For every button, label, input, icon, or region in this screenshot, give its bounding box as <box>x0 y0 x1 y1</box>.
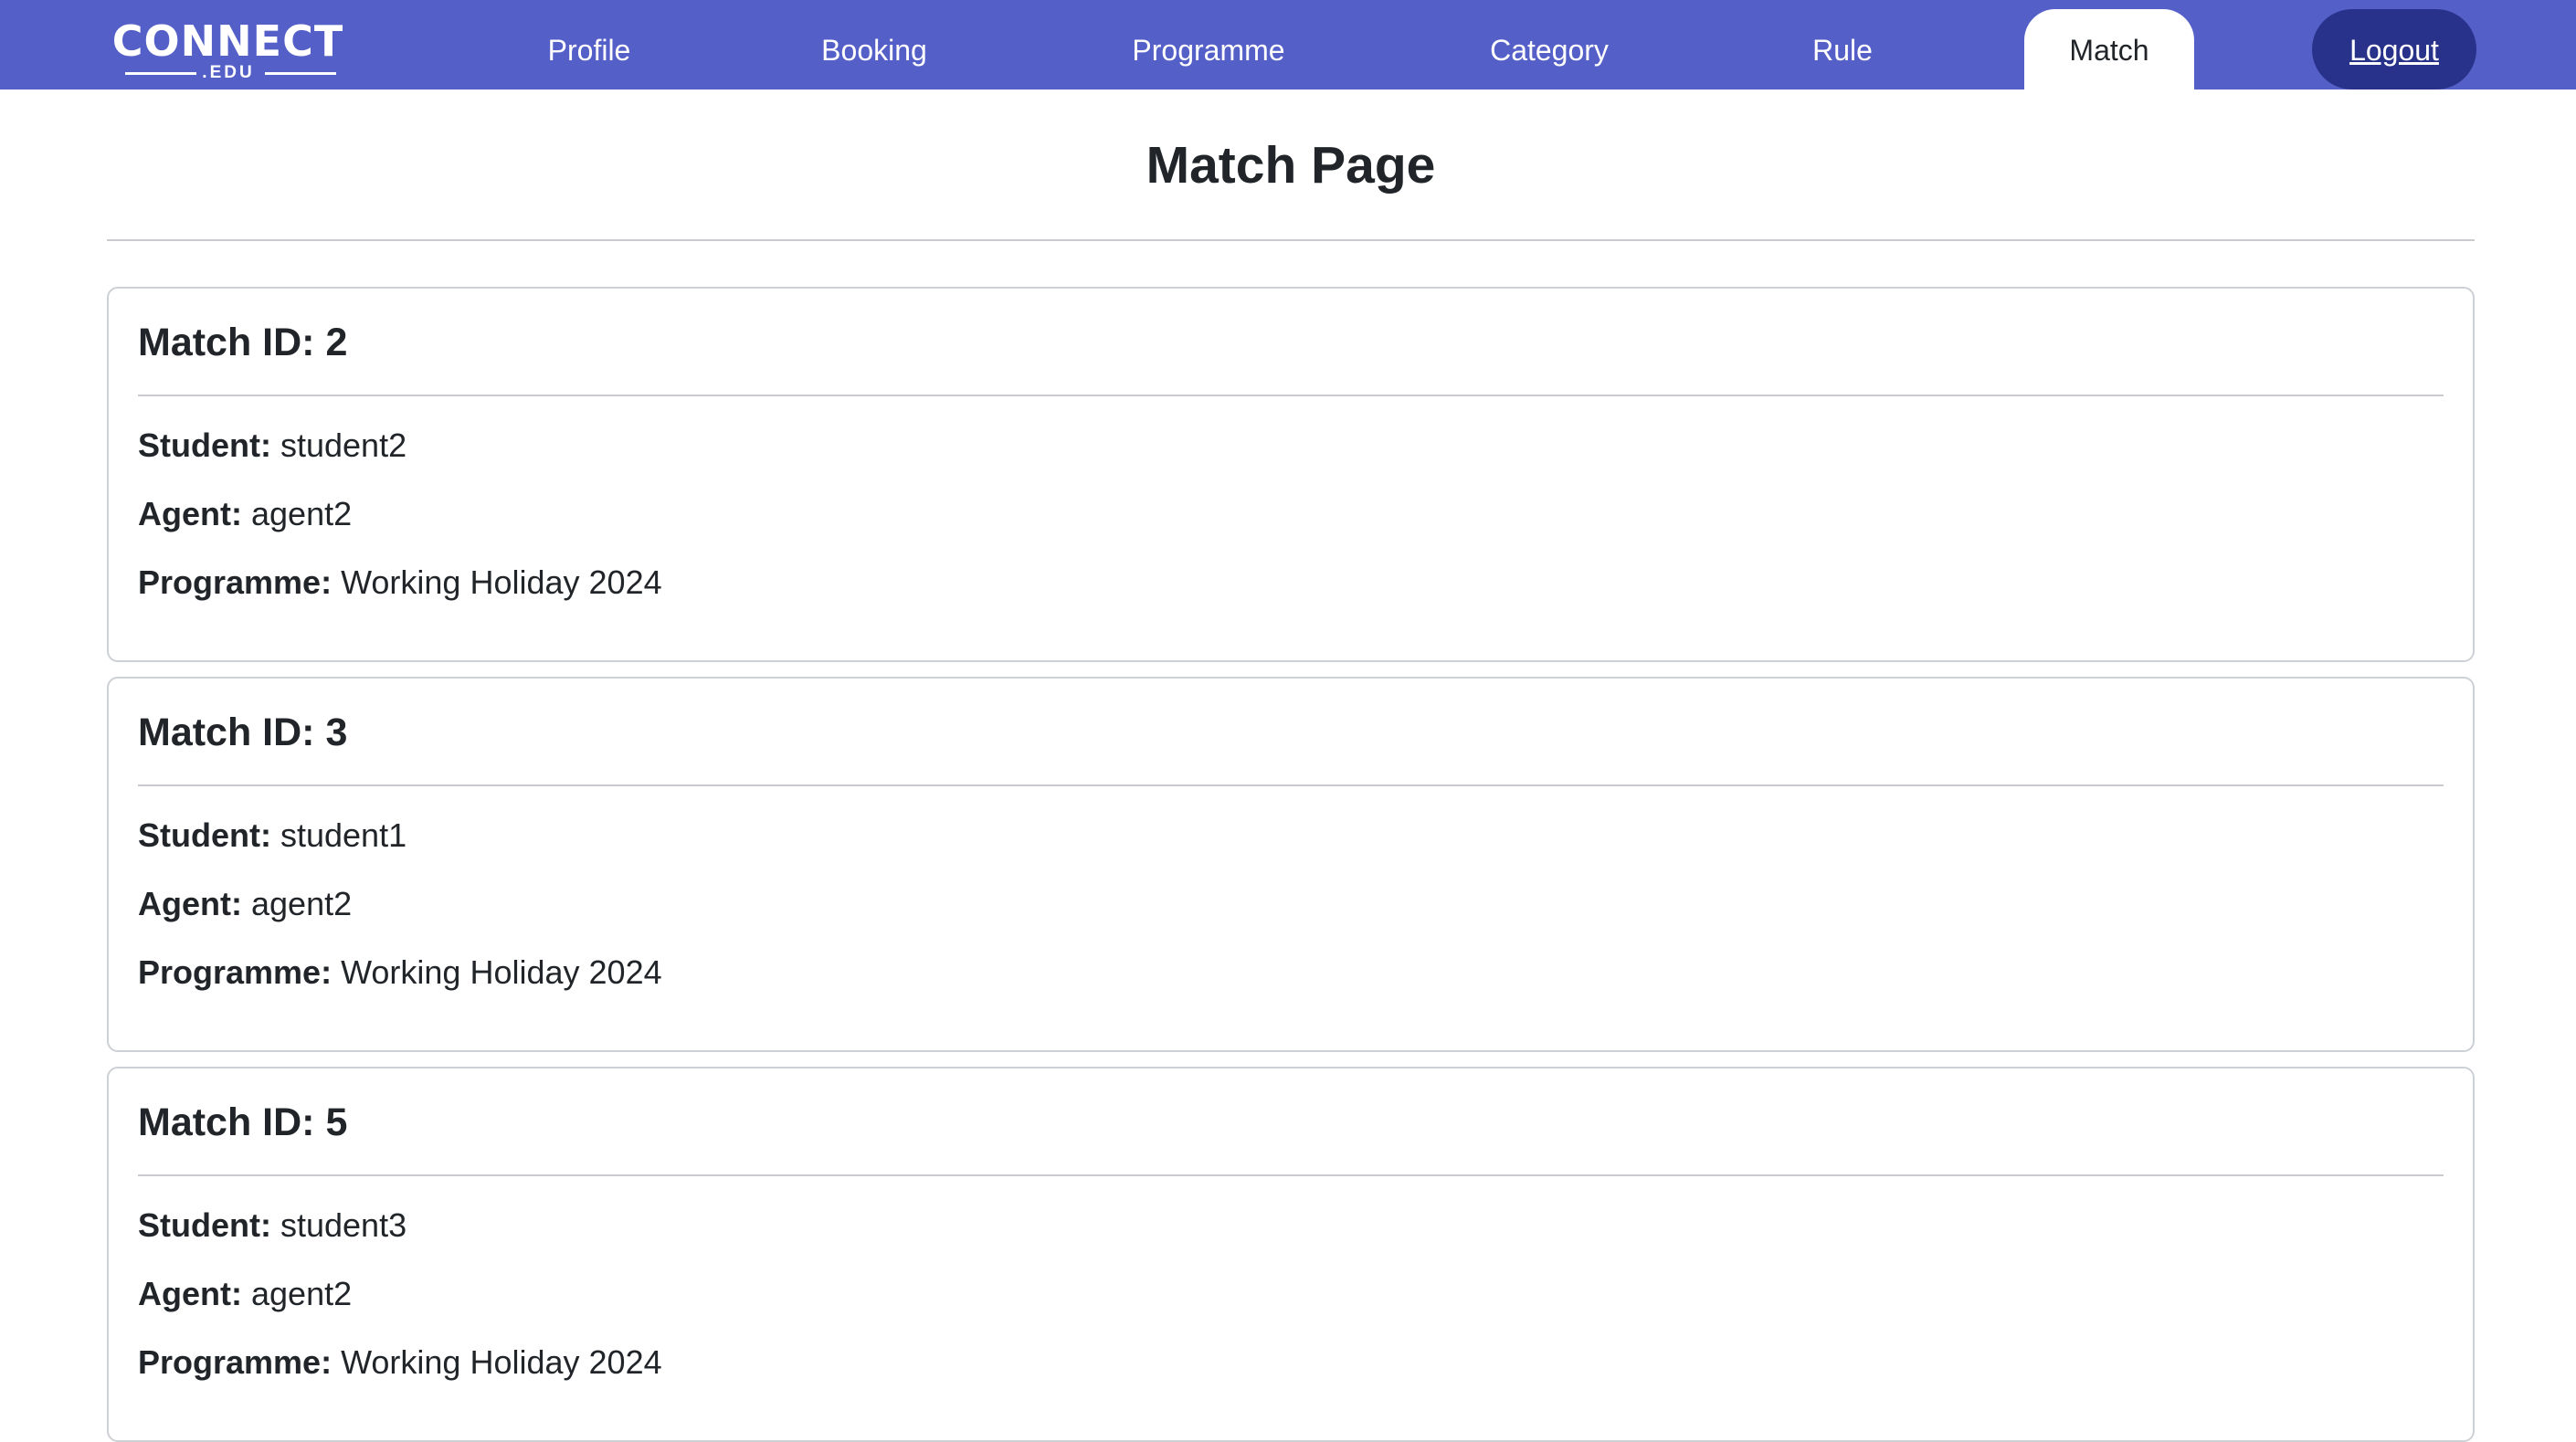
programme-label: Programme: <box>138 1343 333 1381</box>
nav-item-match[interactable]: Match <box>2024 9 2194 89</box>
programme-label: Programme: <box>138 563 333 601</box>
card-divider <box>138 1174 2444 1176</box>
agent-field: Agent: agent2 <box>138 494 352 534</box>
student-label: Student: <box>138 816 271 854</box>
match-card: Match ID: 2 Student: student2 Agent: age… <box>107 287 2475 662</box>
agent-field: Agent: agent2 <box>138 884 352 924</box>
student-value: student1 <box>280 816 407 854</box>
nav-item-category[interactable]: Category <box>1482 0 1617 89</box>
student-label: Student: <box>138 1206 271 1244</box>
agent-value: agent2 <box>251 495 353 532</box>
student-field: Student: student2 <box>138 426 406 466</box>
student-label: Student: <box>138 426 271 464</box>
title-divider <box>107 239 2475 241</box>
brand-logo[interactable]: CONNECT .EDU <box>107 16 349 82</box>
logout-button[interactable]: Logout <box>2312 9 2476 89</box>
match-card: Match ID: 5 Student: student3 Agent: age… <box>107 1067 2475 1442</box>
brand-line-right <box>265 72 336 75</box>
student-value: student3 <box>280 1206 407 1244</box>
match-card-title: Match ID: 2 <box>138 321 348 364</box>
student-field: Student: student3 <box>138 1205 406 1246</box>
nav-item-programme[interactable]: Programme <box>1119 0 1298 89</box>
programme-value: Working Holiday 2024 <box>341 563 662 601</box>
match-card: Match ID: 3 Student: student1 Agent: age… <box>107 677 2475 1052</box>
brand-suffix: .EDU <box>202 63 255 82</box>
agent-field: Agent: agent2 <box>138 1274 352 1314</box>
programme-field: Programme: Working Holiday 2024 <box>138 563 662 603</box>
match-card-title: Match ID: 5 <box>138 1100 348 1144</box>
card-divider <box>138 395 2444 396</box>
programme-label: Programme: <box>138 953 333 991</box>
agent-value: agent2 <box>251 885 353 922</box>
nav-item-booking[interactable]: Booking <box>808 0 940 89</box>
nav-item-rule[interactable]: Rule <box>1806 0 1879 89</box>
agent-value: agent2 <box>251 1275 353 1312</box>
programme-value: Working Holiday 2024 <box>341 953 662 991</box>
student-value: student2 <box>280 426 407 464</box>
card-divider <box>138 784 2444 786</box>
page-title: Match Page <box>1145 136 1436 195</box>
brand-name: CONNECT <box>111 16 344 66</box>
agent-label: Agent: <box>138 1275 242 1312</box>
programme-value: Working Holiday 2024 <box>341 1343 662 1381</box>
match-card-title: Match ID: 3 <box>138 710 348 754</box>
agent-label: Agent: <box>138 885 242 922</box>
programme-field: Programme: Working Holiday 2024 <box>138 953 662 993</box>
programme-field: Programme: Working Holiday 2024 <box>138 1342 662 1383</box>
agent-label: Agent: <box>138 495 242 532</box>
top-navbar: CONNECT .EDU Profile Booking Programme C… <box>0 0 2576 89</box>
brand-line-left <box>125 72 196 75</box>
nav-item-profile[interactable]: Profile <box>532 0 647 89</box>
brand-subline: .EDU <box>107 63 349 82</box>
student-field: Student: student1 <box>138 816 406 856</box>
